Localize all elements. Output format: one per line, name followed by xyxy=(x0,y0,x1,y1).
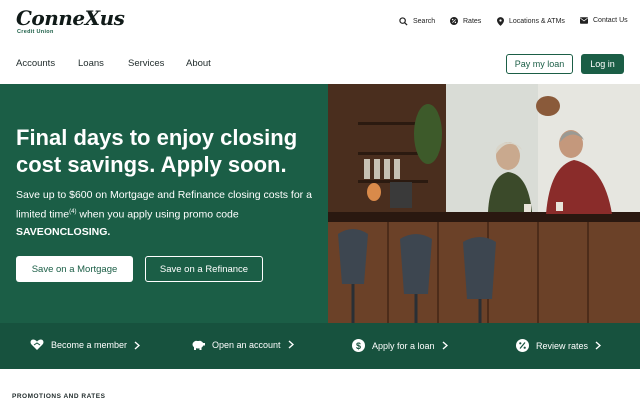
utility-locations-label: Locations & ATMs xyxy=(509,18,565,25)
utility-rates-link[interactable]: Rates xyxy=(450,17,481,25)
quick-link-apply-loan-label: Apply for a loan xyxy=(372,340,435,351)
promotions-section-heading: PROMOTIONS AND RATES xyxy=(12,393,106,400)
hero-description: Save up to $600 on Mortgage and Refinanc… xyxy=(16,187,316,241)
connexus-logo[interactable]: ConneXus Credit Union xyxy=(16,6,125,40)
mail-icon xyxy=(580,17,588,24)
logo-wordmark: ConneXus xyxy=(16,6,125,30)
quick-link-become-member-label: Become a member xyxy=(51,340,128,350)
handshake-heart-icon xyxy=(30,339,44,350)
promo-code: SAVEONCLOSING. xyxy=(16,225,111,238)
piggy-bank-icon xyxy=(192,340,205,350)
location-pin-icon xyxy=(497,17,504,26)
utility-rates-label: Rates xyxy=(463,17,482,25)
utility-locations-link[interactable]: Locations & ATMs xyxy=(497,17,565,26)
nav-item-loans[interactable]: Loans xyxy=(78,58,104,69)
quick-links-bar: Become a member Open an account $ Apply … xyxy=(0,323,640,369)
quick-link-review-rates-label: Review rates xyxy=(536,340,589,351)
quick-link-apply-loan[interactable]: $ Apply for a loan xyxy=(352,339,448,352)
hero-body-continued: when you apply using promo code xyxy=(76,208,239,221)
chevron-right-icon xyxy=(288,340,294,349)
log-in-button[interactable]: Log in xyxy=(581,54,624,74)
quick-link-become-member[interactable]: Become a member xyxy=(30,339,141,351)
nav-item-accounts[interactable]: Accounts xyxy=(16,58,55,69)
utility-search-label: Search xyxy=(413,18,436,25)
save-on-mortgage-button[interactable]: Save on a Mortgage xyxy=(16,256,133,282)
chevron-right-icon xyxy=(442,341,448,350)
utility-contact-link[interactable]: Contact Us xyxy=(580,17,628,24)
percent-circle-icon xyxy=(516,339,529,352)
rates-icon xyxy=(450,17,458,25)
hero-text-panel: Final days to enjoy closing cost savings… xyxy=(0,84,328,323)
save-on-refinance-button[interactable]: Save on a Refinance xyxy=(145,256,263,282)
utility-contact-label: Contact Us xyxy=(593,17,628,24)
chevron-right-icon xyxy=(595,341,602,350)
utility-bar: ConneXus Credit Union Search Rates Locat… xyxy=(0,0,640,44)
pay-my-loan-button[interactable]: Pay my loan xyxy=(506,54,573,74)
nav-item-services[interactable]: Services xyxy=(128,58,164,69)
quick-link-open-account[interactable]: Open an account xyxy=(191,339,294,350)
dollar-circle-icon: $ xyxy=(352,339,365,352)
hero-title: Final days to enjoy closing cost savings… xyxy=(16,125,298,177)
chevron-right-icon xyxy=(134,340,141,350)
svg-text:$: $ xyxy=(356,341,361,351)
utility-search-link[interactable]: Search xyxy=(399,17,435,26)
hero-photo-kitchen-couple xyxy=(328,84,640,323)
quick-link-open-account-label: Open an account xyxy=(212,339,281,350)
quick-link-review-rates[interactable]: Review rates xyxy=(516,339,602,352)
nav-item-about[interactable]: About xyxy=(186,58,211,69)
search-icon xyxy=(399,17,408,26)
hero-banner: Final days to enjoy closing cost savings… xyxy=(0,84,640,323)
hero-photo-illustration xyxy=(328,84,640,323)
logo-subtext: Credit Union xyxy=(17,29,54,35)
